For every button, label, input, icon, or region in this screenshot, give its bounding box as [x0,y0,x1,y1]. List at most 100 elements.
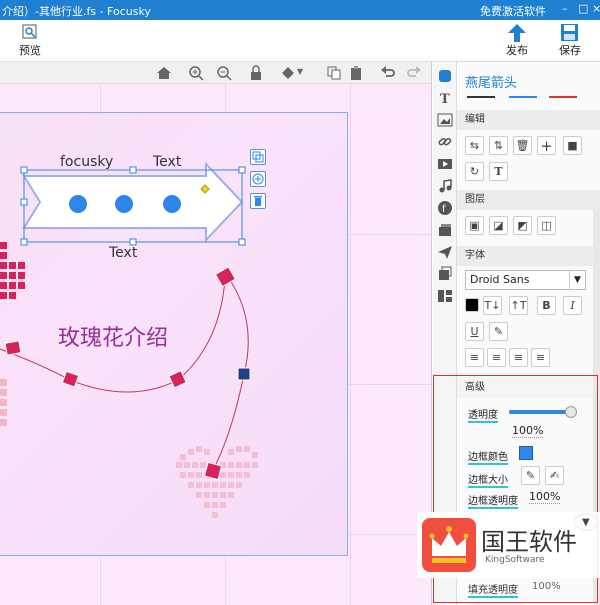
preview-icon [22,24,37,39]
window-title: 介绍）-其他行业.fs - Focusky [2,5,151,18]
video-icon[interactable] [437,156,453,172]
text-edit-button[interactable]: T [489,162,508,181]
font-family-select[interactable]: Droid Sans ▼ [465,270,586,290]
close-icon[interactable]: × [592,2,600,16]
font-section-header: 字体 [457,246,600,266]
minimize-icon[interactable]: – [562,2,572,16]
layout-icon[interactable] [437,288,453,304]
brush-icon: ✎ [493,325,504,338]
add-button[interactable] [250,171,266,187]
layer-stack-icon[interactable] [437,222,453,238]
delete-button[interactable] [250,193,266,209]
group-button[interactable] [250,149,266,165]
line-style-3[interactable] [549,96,577,98]
align-center-button[interactable]: ≡ [487,348,506,367]
line-style-1[interactable] [467,96,495,98]
publish-icon [508,24,526,42]
align-left-button[interactable]: ≡ [465,348,484,367]
font-size-up-icon: ↑T [510,299,527,312]
maximize-icon[interactable]: □ [578,2,588,16]
publish-button[interactable]: 发布 [497,22,537,60]
bold-button[interactable]: B [537,296,556,315]
text-bottom[interactable]: Text [109,245,137,261]
preview-label: 预览 [19,44,41,57]
rose-title[interactable]: 玫瑰花介绍 [58,320,168,352]
send-back-button[interactable]: ◫ [537,216,556,235]
bring-front-button[interactable]: ▣ [465,216,484,235]
undo-icon[interactable] [380,65,396,81]
flip-v-icon: ⇅ [493,139,504,152]
flip-h-icon: ⇆ [469,139,480,152]
home-icon[interactable] [156,65,172,81]
fill-opacity-value[interactable]: 100% [532,581,561,592]
add-circle-icon [252,173,264,185]
text-icon[interactable]: T [437,90,453,106]
fill-opacity-label: 填充透明度 [468,581,518,598]
svg-text:f: f [442,204,446,215]
swallowtail-arrow[interactable] [22,161,244,243]
send-back-icon: ◫ [541,219,552,232]
copy-pages-icon[interactable] [437,266,453,282]
publish-label: 发布 [506,44,528,57]
svg-text:T: T [440,92,450,106]
layer-section-header: 图层 [457,190,600,210]
line-style-2[interactable] [509,96,537,98]
italic-button[interactable]: I [563,296,582,315]
bold-icon: B [542,299,551,312]
fill-dropdown-icon[interactable]: ▼ [297,67,303,76]
rotate-button[interactable]: ↻ [465,162,484,181]
free-activate-link[interactable]: 免费激活软件 [480,3,546,19]
text-top[interactable]: Text [153,154,181,170]
plane-icon[interactable] [437,244,453,260]
link-icon[interactable] [437,134,453,150]
justify-button[interactable]: ≡ [531,348,550,367]
watermark-brand: 国王软件 [481,528,577,556]
align-right-button[interactable]: ≡ [509,348,528,367]
flip-h-button[interactable]: ⇆ [465,136,484,155]
font-size-up-button[interactable]: ↑T [509,296,528,315]
save-button[interactable]: 保存 [550,22,590,60]
flash-icon[interactable]: f [437,200,453,216]
redo-icon[interactable] [406,65,422,81]
format-brush-button[interactable]: ✎ [489,322,508,341]
copy-icon[interactable] [326,65,342,81]
delete-shape-button[interactable]: 🗑 [513,136,532,155]
flip-v-button[interactable]: ⇅ [489,136,508,155]
trash-icon [254,196,262,206]
text-focusky[interactable]: focusky [60,154,113,170]
watermark: 国王软件 KingSoftware ▼ [417,512,600,578]
image-icon[interactable] [437,112,453,128]
canvas-area: ▼ focusky Text Text 玫瑰花介绍 [0,62,432,605]
dropdown-arrow-icon[interactable]: ▼ [582,517,590,528]
font-size-down-icon: T↓ [484,299,501,312]
bring-forward-button[interactable]: ◪ [489,216,508,235]
align-right-icon: ≡ [513,351,524,364]
lock-icon: ■ [567,139,578,152]
send-backward-button[interactable]: ◩ [513,216,532,235]
crown-icon [429,526,469,563]
font-family-value: Droid Sans [470,273,530,286]
font-color-swatch[interactable] [465,298,479,312]
add-shape-button[interactable]: + [537,136,556,155]
align-center-icon: ≡ [491,351,502,364]
preview-button[interactable]: 预览 [10,22,50,60]
chevron-down-icon: ▼ [569,271,585,289]
group-icon [252,151,264,163]
zoom-out-icon[interactable] [216,65,232,81]
stage[interactable]: focusky Text Text 玫瑰花介绍 [0,84,431,605]
underline-button[interactable]: U [465,322,484,341]
trash-icon: 🗑 [515,139,530,152]
save-icon [561,24,578,41]
crown-logo [422,518,476,572]
shape-icon[interactable] [437,68,453,84]
align-left-icon: ≡ [469,351,480,364]
paste-icon[interactable] [348,65,364,81]
pixel-heart-right [176,446,258,518]
justify-icon: ≡ [535,351,546,364]
lock-shape-button[interactable]: ■ [563,136,582,155]
lock-icon[interactable] [248,65,264,81]
zoom-in-icon[interactable] [188,65,204,81]
font-size-down-button[interactable]: T↓ [483,296,502,315]
fill-bucket-icon[interactable] [280,65,296,81]
music-icon[interactable] [437,178,453,194]
